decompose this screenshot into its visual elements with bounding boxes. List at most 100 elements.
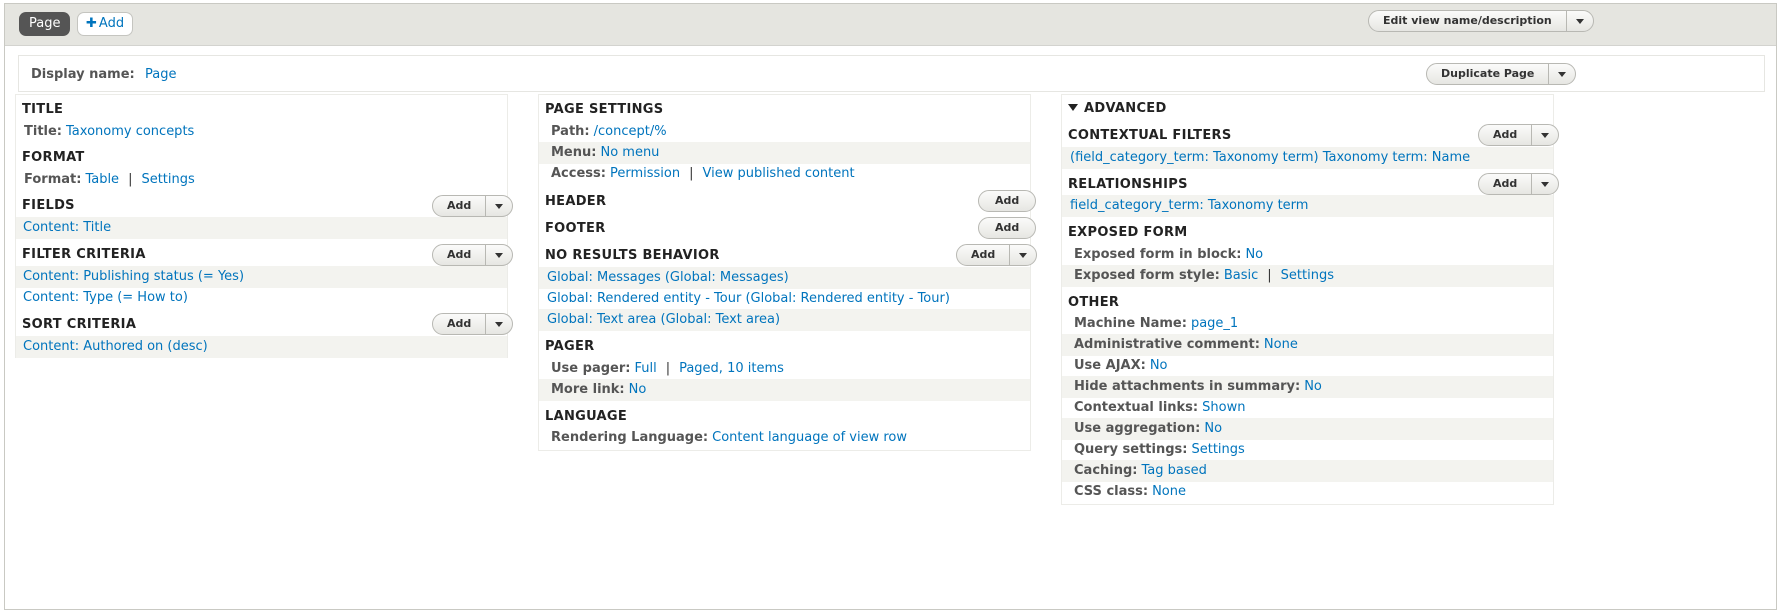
exposed-form-block-link[interactable]: No: [1245, 247, 1263, 262]
format-row: Format: Table | Settings: [16, 169, 507, 191]
add-label: Add: [971, 248, 996, 261]
pager-value-link[interactable]: Full: [634, 361, 656, 376]
edit-view-dropdown-toggle[interactable]: [1565, 11, 1593, 31]
advanced-toggle[interactable]: ADVANCED: [1068, 101, 1167, 116]
exposed-form-style-key: Exposed form style:: [1074, 268, 1220, 283]
contextual-filters-add-button[interactable]: Add: [1478, 124, 1560, 146]
use-ajax-link[interactable]: No: [1150, 358, 1168, 373]
sort-item[interactable]: Content: Authored on (desc): [16, 336, 507, 358]
other-row-admin-comment: Administrative comment: None: [1062, 334, 1553, 356]
filter-item[interactable]: Content: Type (= How to): [16, 287, 507, 309]
edit-view-name-button[interactable]: Edit view name/description: [1368, 10, 1594, 32]
caching-link[interactable]: Tag based: [1142, 463, 1207, 478]
rendering-language-link[interactable]: Content language of view row: [712, 430, 907, 445]
left-column: TITLE Title: Taxonomy concepts FORMAT For…: [15, 94, 514, 358]
header-add-button[interactable]: Add: [978, 190, 1037, 212]
exposed-form-settings-link[interactable]: Settings: [1281, 268, 1334, 283]
no-results-add-button[interactable]: Add: [956, 244, 1038, 266]
path-value-link[interactable]: /concept/%: [594, 124, 667, 139]
format-key: Format:: [24, 172, 82, 187]
relationships-heading: RELATIONSHIPS: [1068, 177, 1188, 192]
sort-authored-on-link[interactable]: Content: Authored on (desc): [23, 339, 208, 354]
no-results-tour-link[interactable]: Global: Rendered entity - Tour (Global: …: [547, 291, 950, 306]
hide-attachments-link[interactable]: No: [1304, 379, 1322, 394]
contextual-filter-term-name-link[interactable]: (field_category_term: Taxonomy term) Tax…: [1070, 150, 1470, 165]
relationship-taxonomy-term-link[interactable]: field_category_term: Taxonomy term: [1070, 198, 1308, 213]
add-display-button[interactable]: ✚ Add: [77, 12, 134, 36]
no-results-text-area-link[interactable]: Global: Text area (Global: Text area): [547, 312, 780, 327]
sort-add-dropdown[interactable]: [485, 314, 512, 334]
other-row-contextual-links: Contextual links: Shown: [1062, 397, 1553, 419]
field-content-title-link[interactable]: Content: Title: [23, 220, 111, 235]
no-results-item[interactable]: Global: Rendered entity - Tour (Global: …: [539, 288, 1030, 310]
chevron-down-icon: [1541, 181, 1550, 187]
contextual-filters-add-dropdown[interactable]: [1531, 125, 1558, 145]
no-results-messages-link[interactable]: Global: Messages (Global: Messages): [547, 270, 789, 285]
other-row-hide-attachments: Hide attachments in summary: No: [1062, 376, 1553, 398]
relationship-item[interactable]: field_category_term: Taxonomy term: [1062, 195, 1553, 217]
separator: |: [689, 166, 694, 181]
no-results-item[interactable]: Global: Messages (Global: Messages): [539, 267, 1030, 289]
menu-value-link[interactable]: No menu: [600, 145, 659, 160]
title-row: Title: Taxonomy concepts: [16, 121, 507, 143]
format-value-link[interactable]: Table: [85, 172, 119, 187]
footer-heading: FOOTER: [545, 221, 606, 236]
contextual-filter-item[interactable]: (field_category_term: Taxonomy term) Tax…: [1062, 147, 1553, 169]
tab-page[interactable]: Page: [19, 12, 71, 36]
filter-item[interactable]: Content: Publishing status (= Yes): [16, 266, 507, 288]
access-key: Access:: [551, 166, 606, 181]
other-key: Use aggregation:: [1074, 421, 1201, 436]
menu-row: Menu: No menu: [539, 142, 1030, 164]
other-row-use-ajax: Use AJAX: No: [1062, 355, 1553, 377]
add-label: Add: [447, 317, 472, 330]
access-value-link[interactable]: Permission: [610, 166, 680, 181]
other-heading: OTHER: [1068, 295, 1120, 310]
duplicate-page-button[interactable]: Duplicate Page: [1426, 63, 1577, 85]
query-settings-link[interactable]: Settings: [1191, 442, 1244, 457]
separator: |: [665, 361, 671, 376]
other-row-caching: Caching: Tag based: [1062, 460, 1553, 482]
title-key: Title:: [24, 124, 63, 139]
chevron-down-icon: [1558, 71, 1567, 77]
display-name-bar: Display name: Page Duplicate Page: [18, 55, 1765, 92]
filter-add-button[interactable]: Add: [432, 244, 514, 266]
contextual-links-link[interactable]: Shown: [1202, 400, 1245, 415]
css-class-link[interactable]: None: [1152, 484, 1186, 499]
pager-settings-link[interactable]: Paged, 10 items: [679, 361, 784, 376]
add-label: Add: [447, 248, 472, 261]
fields-item[interactable]: Content: Title: [16, 217, 507, 239]
path-key: Path:: [551, 124, 590, 139]
more-link-value-link[interactable]: No: [629, 382, 647, 397]
fields-add-dropdown[interactable]: [485, 196, 512, 216]
footer-add-button[interactable]: Add: [978, 217, 1037, 239]
fields-heading: FIELDS: [22, 198, 75, 213]
separator: |: [1267, 268, 1272, 283]
machine-name-link[interactable]: page_1: [1191, 316, 1238, 331]
sort-add-button[interactable]: Add: [432, 313, 514, 335]
filter-publishing-status-link[interactable]: Content: Publishing status (= Yes): [23, 269, 244, 284]
other-key: Hide attachments in summary:: [1074, 379, 1301, 394]
duplicate-dropdown-toggle[interactable]: [1548, 64, 1575, 84]
admin-comment-link[interactable]: None: [1264, 337, 1298, 352]
title-value-link[interactable]: Taxonomy concepts: [66, 124, 194, 139]
exposed-form-block-row: Exposed form in block: No: [1062, 244, 1553, 266]
filter-type-link[interactable]: Content: Type (= How to): [23, 290, 188, 305]
no-results-item[interactable]: Global: Text area (Global: Text area): [539, 309, 1030, 331]
add-label: Add: [1493, 128, 1518, 141]
more-link-row: More link: No: [539, 379, 1030, 401]
rendering-language-key: Rendering Language:: [551, 430, 709, 445]
relationships-add-dropdown[interactable]: [1531, 174, 1558, 194]
no-results-add-dropdown[interactable]: [1009, 245, 1036, 265]
edit-view-name-label: Edit view name/description: [1383, 14, 1552, 27]
exposed-form-style-link[interactable]: Basic: [1224, 268, 1258, 283]
access-settings-link[interactable]: View published content: [702, 166, 854, 181]
use-aggregation-link[interactable]: No: [1204, 421, 1222, 436]
menu-key: Menu:: [551, 145, 597, 160]
other-key: Machine Name:: [1074, 316, 1187, 331]
display-name-link[interactable]: Page: [145, 67, 176, 82]
format-settings-link[interactable]: Settings: [141, 172, 194, 187]
relationships-add-button[interactable]: Add: [1478, 173, 1560, 195]
pager-heading: PAGER: [545, 339, 595, 354]
filter-add-dropdown[interactable]: [485, 245, 512, 265]
fields-add-button[interactable]: Add: [432, 195, 514, 217]
